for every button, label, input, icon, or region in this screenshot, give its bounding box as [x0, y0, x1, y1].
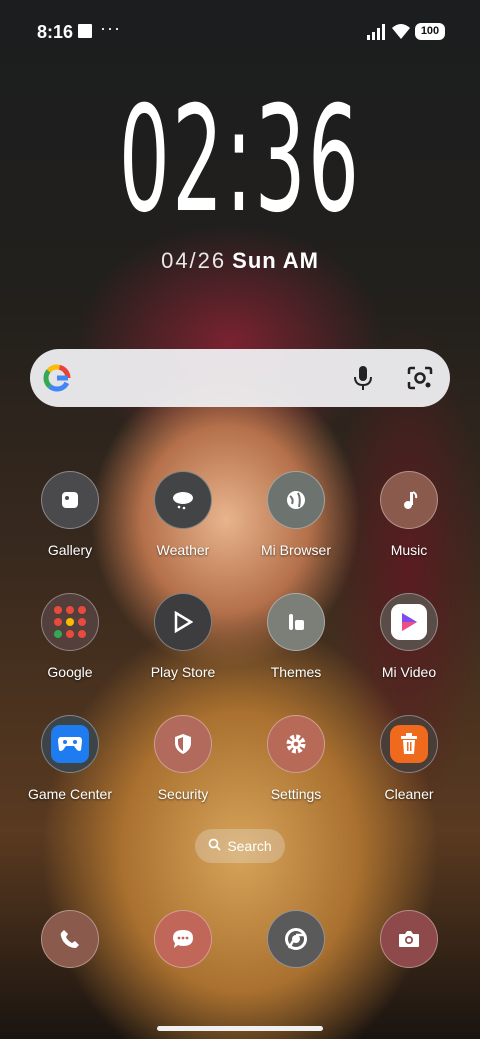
- messages-icon: [154, 910, 212, 968]
- gamepad-icon: [41, 715, 99, 773]
- google-logo-icon: [43, 364, 71, 392]
- mi-video-icon: [380, 593, 438, 651]
- google-search-bar[interactable]: [30, 349, 450, 407]
- app-weather[interactable]: Weather: [128, 471, 238, 558]
- app-label: Mi Browser: [260, 542, 331, 558]
- date-text: 04/26: [161, 248, 227, 273]
- app-mi-browser[interactable]: Mi Browser: [241, 471, 351, 558]
- app-label: Settings: [270, 786, 322, 802]
- dock-phone[interactable]: [15, 910, 125, 968]
- wifi-icon: [392, 24, 410, 39]
- notification-square-icon: [78, 24, 92, 38]
- app-label: Music: [390, 542, 428, 558]
- app-search-button[interactable]: Search: [195, 829, 285, 863]
- app-label: Google: [47, 664, 93, 680]
- weather-icon: [154, 471, 212, 529]
- camera-icon: [380, 910, 438, 968]
- globe-icon: [267, 471, 325, 529]
- google-lens-icon[interactable]: [407, 366, 433, 390]
- app-gallery[interactable]: Gallery: [15, 471, 125, 558]
- app-label: Themes: [270, 664, 322, 680]
- music-note-icon: [380, 471, 438, 529]
- app-game-center[interactable]: Game Center: [15, 715, 125, 802]
- app-settings[interactable]: Settings: [241, 715, 351, 802]
- app-label: Security: [157, 786, 209, 802]
- signal-icon: [367, 24, 385, 40]
- clock-widget-time[interactable]: 02:36: [108, 80, 372, 240]
- chrome-icon: [267, 910, 325, 968]
- app-label: Game Center: [27, 786, 113, 802]
- dock-chrome[interactable]: [241, 910, 351, 968]
- app-cleaner[interactable]: Cleaner: [354, 715, 464, 802]
- app-label: Mi Video: [381, 664, 437, 680]
- app-google-folder[interactable]: Google: [15, 593, 125, 680]
- app-search-label: Search: [227, 838, 272, 854]
- clock-widget-date: 04/26 Sun AM: [0, 248, 480, 274]
- dock-messages[interactable]: [128, 910, 238, 968]
- ampm-text: AM: [282, 248, 319, 273]
- app-mi-video[interactable]: Mi Video: [354, 593, 464, 680]
- status-time: 8:16: [37, 22, 74, 42]
- app-themes[interactable]: Themes: [241, 593, 351, 680]
- battery-indicator: 100: [415, 23, 445, 40]
- app-music[interactable]: Music: [354, 471, 464, 558]
- home-indicator[interactable]: [157, 1026, 323, 1031]
- phone-icon: [41, 910, 99, 968]
- themes-icon: [267, 593, 325, 651]
- app-play-store[interactable]: Play Store: [128, 593, 238, 680]
- gear-icon: [267, 715, 325, 773]
- shield-icon: [154, 715, 212, 773]
- google-folder-icon: [41, 593, 99, 651]
- app-label: Cleaner: [384, 786, 434, 802]
- app-label: Gallery: [47, 542, 93, 558]
- app-label: Play Store: [150, 664, 216, 680]
- weekday-text: Sun: [232, 248, 277, 273]
- play-store-icon: [154, 593, 212, 651]
- dock-camera[interactable]: [354, 910, 464, 968]
- app-label: Weather: [156, 542, 210, 558]
- trash-icon: [380, 715, 438, 773]
- app-security[interactable]: Security: [128, 715, 238, 802]
- search-icon: [208, 830, 221, 864]
- gallery-icon: [41, 471, 99, 529]
- microphone-icon[interactable]: [352, 365, 374, 391]
- status-bar: 8:16 ··· 100: [0, 0, 480, 64]
- more-notifications-icon: ···: [100, 18, 121, 38]
